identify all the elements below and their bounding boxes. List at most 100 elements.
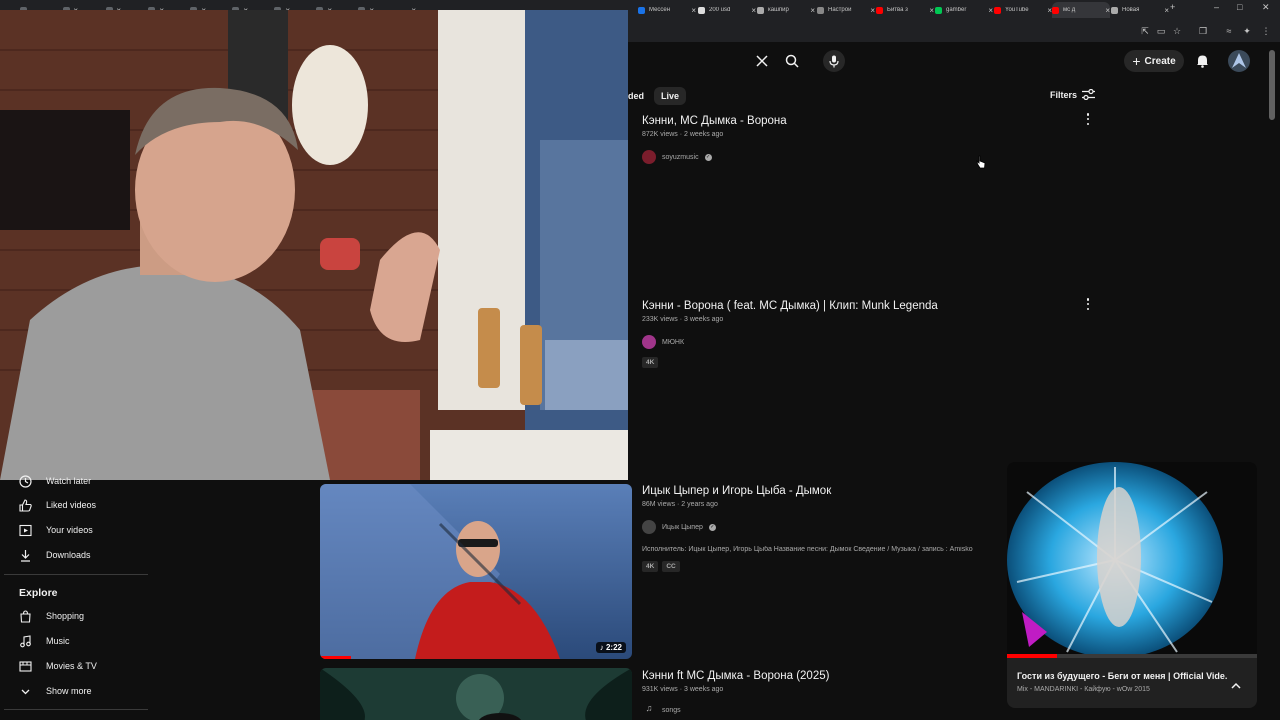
tab-favicon-icon	[1052, 6, 1059, 14]
sliders-icon	[1082, 89, 1096, 100]
channel-name[interactable]: МЮНК	[662, 339, 684, 346]
browser-tab[interactable]: мс д ×	[1052, 2, 1110, 18]
chevron-up-icon[interactable]	[1229, 680, 1243, 692]
browser-tab[interactable]: YouTube ×	[994, 2, 1052, 18]
video-title[interactable]: Ицык Цыпер и Игорь Цыба - Дымок	[642, 485, 1007, 497]
search-result[interactable]: Кэнни, МС Дымка - Ворона 872K views · 2 …	[642, 115, 787, 164]
create-label: Create	[1144, 55, 1176, 67]
tab-close-icon[interactable]: ×	[1164, 6, 1169, 15]
sidebar-item-downloads[interactable]: Downloads	[18, 548, 91, 562]
sidebar-item-your-videos[interactable]: Your videos	[18, 523, 93, 537]
film-icon	[18, 659, 32, 673]
chevron-down-icon	[18, 684, 32, 698]
browser-tab[interactable]: Новая ×	[1111, 2, 1169, 18]
tab-favicon-icon	[817, 6, 824, 14]
browser-tab[interactable]: кашпир ×	[757, 2, 815, 18]
tab-close-icon[interactable]: ×	[691, 6, 696, 15]
chip-live[interactable]: Live	[654, 87, 687, 105]
miniplayer-video[interactable]	[1007, 462, 1257, 658]
bell-icon	[1196, 55, 1208, 68]
sidebar-item-music[interactable]: Music	[18, 634, 70, 648]
browser-tab[interactable]: 200 usd ×	[698, 2, 756, 18]
sidebar-item-shopping[interactable]: Shopping	[18, 609, 84, 623]
tab-close-icon[interactable]: ×	[929, 6, 934, 15]
open-in-new-icon[interactable]: ⇱	[1138, 24, 1152, 38]
browser-tab[interactable]: Настрой ×	[817, 2, 875, 18]
video-meta: 872K views · 2 weeks ago	[642, 131, 724, 138]
channel-row[interactable]: soyuzmusic ✓	[642, 150, 787, 164]
more-actions-button[interactable]	[1085, 298, 1091, 310]
create-button[interactable]: + Create	[1124, 50, 1184, 72]
search-result[interactable]: Кэнни ft МС Дымка - Ворона (2025) 931K v…	[642, 670, 829, 717]
tab-close-icon[interactable]: ×	[751, 6, 756, 15]
sidebar-item-watch-later[interactable]: Watch later	[18, 474, 91, 488]
browser-tab[interactable]: Мессен ×	[638, 2, 696, 18]
video-title[interactable]: Кэнни ft МС Дымка - Ворона (2025)	[642, 670, 829, 682]
new-tab-button[interactable]: +	[1170, 2, 1175, 12]
tab-close-icon[interactable]: ×	[1105, 6, 1110, 15]
tab-close-icon[interactable]: ×	[810, 6, 815, 15]
page-scrollbar[interactable]	[1269, 50, 1275, 120]
avatar-emblem-icon	[1232, 53, 1246, 68]
video-title[interactable]: Кэнни, МС Дымка - Ворона	[642, 115, 787, 127]
search-icon	[785, 54, 799, 68]
mouse-cursor-icon	[976, 155, 986, 169]
sidebar-item-show-more[interactable]: Show more	[18, 684, 92, 698]
filters-button[interactable]: Filters	[1050, 89, 1096, 100]
tab-favicon-icon	[757, 6, 764, 14]
tab-close-icon[interactable]: ×	[870, 6, 875, 15]
video-thumbnail[interactable]: ♪ 2:22	[320, 484, 632, 659]
sidebar: Watch later Liked videos Your videos Dow…	[0, 474, 150, 720]
thumbnail-image	[320, 668, 632, 720]
video-title[interactable]: Кэнни - Ворона ( feat. MC Дымка) | Клип:…	[642, 300, 938, 312]
miniplayer-progress-bar[interactable]	[1007, 654, 1057, 658]
channel-row[interactable]: МЮНК	[642, 335, 938, 349]
voice-search-button[interactable]	[823, 50, 845, 72]
close-window-button[interactable]: ✕	[1262, 2, 1270, 13]
more-actions-button[interactable]	[1085, 113, 1091, 125]
profile-icon[interactable]: ≈	[1222, 24, 1236, 38]
menu-kebab-icon[interactable]: ⋮	[1259, 24, 1273, 38]
filters-label: Filters	[1050, 89, 1078, 100]
tab-close-icon[interactable]: ×	[988, 6, 993, 15]
sidebar-item-label: Movies & TV	[46, 661, 97, 671]
channel-row[interactable]: ♫ songs	[642, 703, 829, 717]
play-box-icon	[18, 523, 32, 537]
channel-avatar[interactable]	[642, 520, 656, 534]
video-thumbnail[interactable]	[320, 668, 632, 720]
cast-icon[interactable]: ▭	[1154, 24, 1168, 38]
search-result[interactable]: Кэнни - Ворона ( feat. MC Дымка) | Клип:…	[642, 300, 938, 368]
channel-avatar[interactable]	[642, 150, 656, 164]
tab-favicon-icon	[876, 6, 883, 14]
bookmark-star-icon[interactable]: ☆	[1170, 24, 1184, 38]
search-result[interactable]: Ицык Цыпер и Игорь Цыба - Дымок 86M view…	[642, 485, 1007, 572]
tab-label: Новая	[1122, 7, 1140, 13]
channel-name[interactable]: soyuzmusic	[662, 154, 699, 161]
verified-check-icon: ✓	[708, 523, 716, 531]
miniplayer[interactable]: Гости из будущего - Беги от меня | Offic…	[1007, 462, 1257, 708]
extensions-icon[interactable]: ❒	[1196, 24, 1210, 38]
browser-avatar-icon[interactable]: ✦	[1240, 24, 1254, 38]
quality-badge: 4K	[642, 357, 659, 368]
search-button[interactable]	[781, 50, 803, 72]
watch-progress-bar	[320, 656, 352, 659]
browser-tab[interactable]: Битва з ×	[876, 2, 934, 18]
channel-name[interactable]: songs	[662, 707, 681, 714]
channel-avatar[interactable]	[642, 335, 656, 349]
miniplayer-title[interactable]: Гости из будущего - Беги от меня | Offic…	[1017, 671, 1227, 681]
channel-name[interactable]: Ицык Цыпер	[662, 524, 703, 531]
user-avatar[interactable]	[1228, 50, 1250, 72]
tab-favicon-icon	[698, 6, 705, 14]
clear-search-button[interactable]	[751, 50, 773, 72]
notifications-button[interactable]	[1191, 50, 1213, 72]
channel-row[interactable]: Ицык Цыпер ✓	[642, 520, 1007, 534]
sidebar-item-movies-tv[interactable]: Movies & TV	[18, 659, 97, 673]
sidebar-item-liked-videos[interactable]: Liked videos	[18, 498, 96, 512]
sidebar-item-label: Watch later	[46, 476, 92, 486]
tab-label: gamber	[946, 7, 967, 13]
badge-row: 4K CC	[642, 561, 1007, 572]
browser-tab[interactable]: gamber ×	[935, 2, 993, 18]
channel-avatar[interactable]: ♫	[642, 703, 656, 717]
minimize-button[interactable]: –	[1214, 2, 1219, 12]
maximize-button[interactable]: □	[1237, 2, 1242, 12]
